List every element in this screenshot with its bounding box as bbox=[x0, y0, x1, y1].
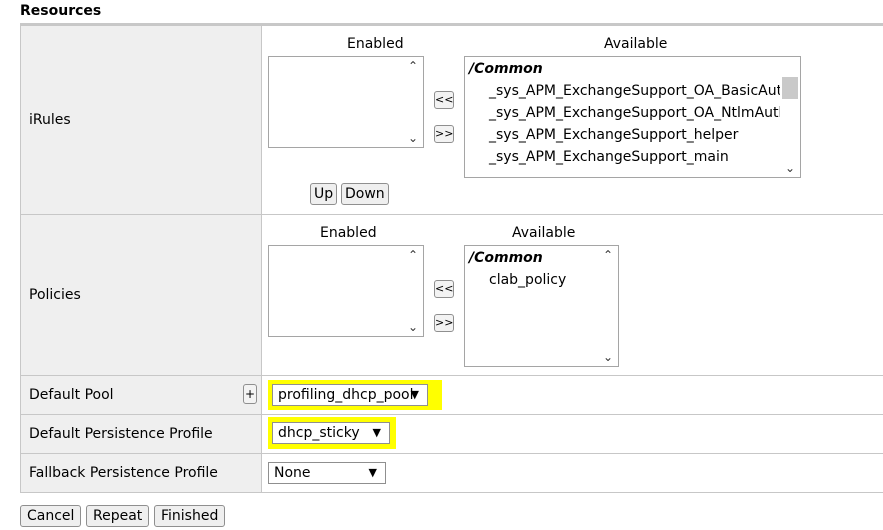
default-persistence-row: Default Persistence Profile dhcp_sticky … bbox=[20, 414, 883, 454]
irules-move-left-button[interactable]: << bbox=[434, 91, 454, 109]
resources-table: iRules Enabled ⌃ ⌄ << >> Available /Comm… bbox=[20, 25, 883, 493]
irules-available-list[interactable]: /Common _sys_APM_ExchangeSupport_OA_Basi… bbox=[464, 56, 801, 178]
irules-group-common: /Common bbox=[469, 61, 543, 77]
default-persistence-select[interactable]: dhcp_sticky ▼ bbox=[272, 422, 390, 444]
chevron-down-icon: ▼ bbox=[372, 426, 381, 439]
irules-enabled-scrollbar[interactable]: ⌃ ⌄ bbox=[403, 57, 423, 147]
irules-row: iRules Enabled ⌃ ⌄ << >> Available /Comm… bbox=[20, 25, 883, 215]
irules-up-button[interactable]: Up bbox=[310, 183, 338, 205]
irules-down-button[interactable]: Down bbox=[341, 183, 389, 205]
scroll-up-icon[interactable]: ⌃ bbox=[406, 59, 420, 73]
scroll-down-icon[interactable]: ⌄ bbox=[406, 320, 420, 334]
cancel-button[interactable]: Cancel bbox=[20, 505, 82, 527]
irules-label: iRules bbox=[20, 25, 262, 215]
policies-available-list[interactable]: /Common clab_policy ⌃ ⌄ bbox=[464, 245, 619, 367]
chevron-down-icon: ▼ bbox=[410, 388, 419, 401]
finished-button[interactable]: Finished bbox=[154, 505, 226, 527]
default-persistence-value: dhcp_sticky bbox=[278, 425, 360, 441]
scroll-down-icon[interactable]: ⌄ bbox=[783, 161, 797, 175]
policies-option[interactable]: clab_policy bbox=[489, 272, 566, 288]
irules-option[interactable]: _sys_APM_ExchangeSupport_helper bbox=[489, 127, 738, 143]
default-pool-select[interactable]: profiling_dhcp_pool ▼ bbox=[272, 384, 428, 406]
policies-enabled-list[interactable]: ⌃ ⌄ bbox=[268, 245, 424, 337]
irules-option[interactable]: _sys_APM_ExchangeSupport_main bbox=[489, 149, 729, 165]
fallback-persistence-label: Fallback Persistence Profile bbox=[20, 453, 262, 493]
irules-available-label: Available bbox=[604, 36, 668, 52]
irules-available-scrollbar[interactable]: ⌄ bbox=[780, 57, 800, 177]
scroll-down-icon[interactable]: ⌄ bbox=[601, 350, 615, 364]
irules-option[interactable]: _sys_APM_ExchangeSupport_OA_BasicAuth bbox=[489, 83, 791, 99]
default-persistence-label: Default Persistence Profile bbox=[20, 414, 262, 454]
fallback-persistence-value-cell: None ▼ bbox=[261, 453, 883, 493]
default-pool-label-cell: Default Pool + bbox=[20, 375, 262, 415]
default-persistence-value-cell: dhcp_sticky ▼ bbox=[261, 414, 883, 454]
chevron-down-icon: ▼ bbox=[368, 466, 377, 479]
fallback-persistence-value: None bbox=[274, 465, 311, 481]
add-pool-button[interactable]: + bbox=[243, 384, 257, 404]
policies-label: Policies bbox=[20, 214, 262, 376]
policies-group-common: /Common bbox=[469, 250, 543, 266]
default-pool-value-cell: profiling_dhcp_pool ▼ bbox=[261, 375, 883, 415]
irules-option[interactable]: _sys_APM_ExchangeSupport_OA_NtlmAuth bbox=[489, 105, 787, 121]
policies-value-cell: Enabled ⌃ ⌄ << >> Available /Common clab… bbox=[261, 214, 883, 376]
policies-available-label: Available bbox=[512, 225, 576, 241]
irules-enabled-label: Enabled bbox=[347, 36, 404, 52]
irules-move-right-button[interactable]: >> bbox=[434, 125, 454, 143]
policies-row: Policies Enabled ⌃ ⌄ << >> Available /Co… bbox=[20, 214, 883, 376]
policies-available-scrollbar[interactable]: ⌃ ⌄ bbox=[598, 246, 618, 366]
scroll-up-icon[interactable]: ⌃ bbox=[601, 248, 615, 262]
default-pool-label: Default Pool bbox=[29, 387, 114, 403]
policies-enabled-label: Enabled bbox=[320, 225, 377, 241]
fallback-persistence-select[interactable]: None ▼ bbox=[268, 462, 386, 484]
section-title: Resources bbox=[20, 3, 102, 19]
policies-move-right-button[interactable]: >> bbox=[434, 314, 454, 332]
policies-move-left-button[interactable]: << bbox=[434, 280, 454, 298]
repeat-button[interactable]: Repeat bbox=[86, 505, 150, 527]
default-pool-value: profiling_dhcp_pool bbox=[278, 387, 414, 403]
policies-enabled-scrollbar[interactable]: ⌃ ⌄ bbox=[403, 246, 423, 336]
fallback-persistence-row: Fallback Persistence Profile None ▼ bbox=[20, 453, 883, 493]
irules-value-cell: Enabled ⌃ ⌄ << >> Available /Common _sys… bbox=[261, 25, 883, 215]
scroll-down-icon[interactable]: ⌄ bbox=[406, 131, 420, 145]
scroll-up-icon[interactable]: ⌃ bbox=[406, 248, 420, 262]
scroll-thumb[interactable] bbox=[782, 77, 798, 99]
default-pool-row: Default Pool + profiling_dhcp_pool ▼ bbox=[20, 375, 883, 415]
irules-enabled-list[interactable]: ⌃ ⌄ bbox=[268, 56, 424, 148]
